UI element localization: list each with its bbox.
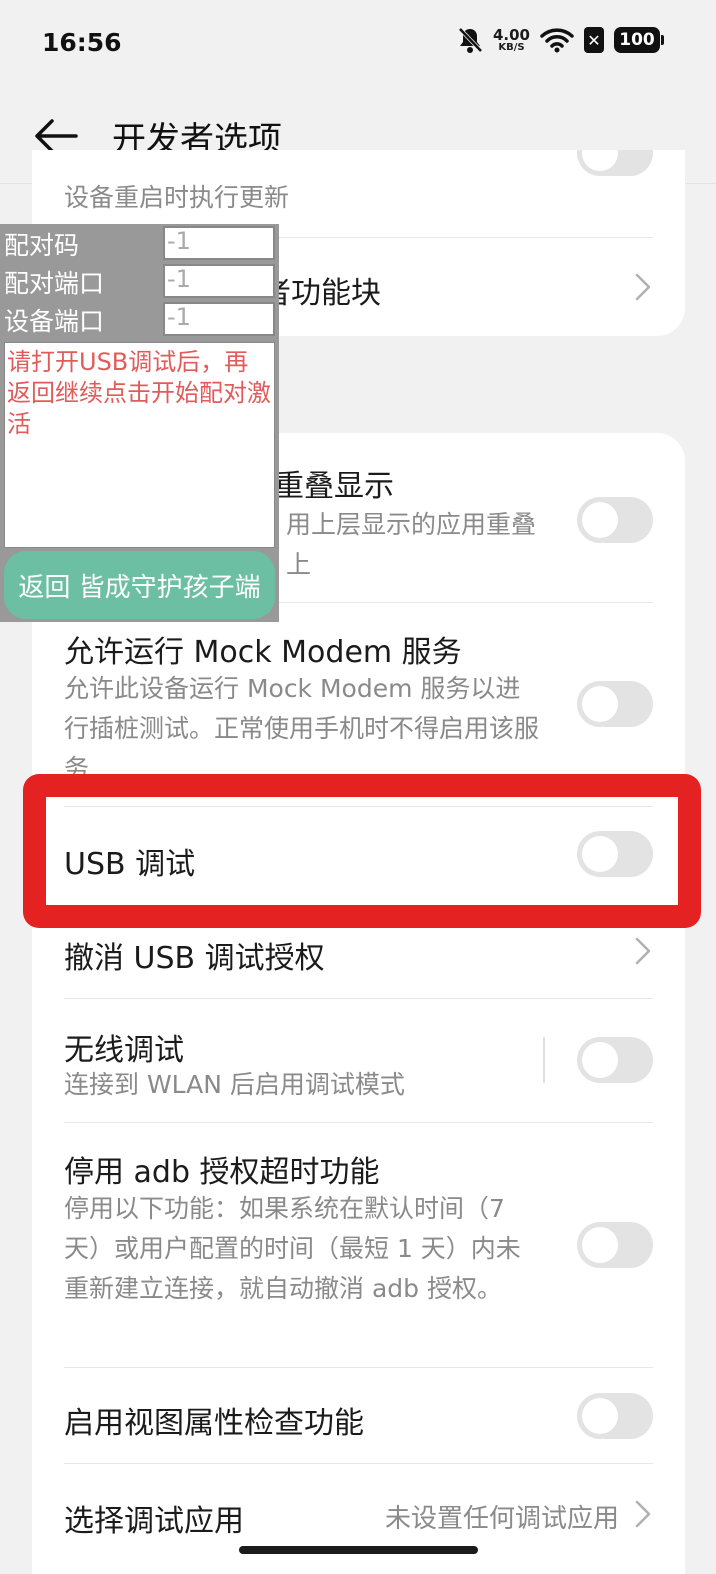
wifi-icon bbox=[540, 28, 574, 53]
chevron-right-icon bbox=[635, 1500, 651, 1528]
pair-port-label: 配对端口 bbox=[4, 269, 105, 298]
adb-timeout-toggle[interactable] bbox=[577, 1222, 653, 1268]
chevron-right-icon bbox=[635, 273, 651, 301]
toggle-knob bbox=[582, 1042, 618, 1078]
wireless-debug-title: 无线调试 bbox=[64, 1033, 184, 1068]
feature-block-title: 者功能块 bbox=[261, 276, 381, 311]
pair-code-row: 配对码 -1 bbox=[0, 224, 279, 262]
battery-icon: 100 bbox=[614, 27, 664, 53]
home-indicator[interactable] bbox=[239, 1546, 478, 1554]
view-attr-toggle[interactable] bbox=[577, 1393, 653, 1439]
usb-debug-highlight-box bbox=[23, 774, 701, 928]
toggle-knob bbox=[582, 1398, 618, 1434]
sim-icon: ✕ bbox=[584, 27, 604, 53]
device-port-input[interactable]: -1 bbox=[163, 302, 275, 336]
message-box: 请打开USB调试后，再返回继续点击开始配对激活 bbox=[4, 342, 275, 548]
vertical-separator bbox=[543, 1037, 545, 1083]
net-speed: 4.00 KB/S bbox=[492, 25, 530, 53]
net-speed-unit: KB/S bbox=[498, 41, 525, 53]
wireless-debug-desc: 连接到 WLAN 后启用调试模式 bbox=[64, 1070, 405, 1099]
pair-code-label: 配对码 bbox=[4, 231, 80, 260]
overlay-display-title: 重叠显示 bbox=[274, 469, 394, 504]
overlay-display-desc-2: 上 bbox=[286, 550, 312, 579]
mock-modem-desc: 允许此设备运行 Mock Modem 服务以进行插桩测试。正常使用手机时不得启用… bbox=[64, 674, 540, 783]
return-button[interactable]: 返回 皆成守护孩子端 bbox=[4, 551, 275, 619]
status-icons: 4.00 KB/S ✕ 100 bbox=[457, 25, 664, 54]
device-port-label: 设备端口 bbox=[4, 307, 105, 336]
mock-modem-toggle[interactable] bbox=[577, 681, 653, 727]
mock-modem-title: 允许运行 Mock Modem 服务 bbox=[64, 635, 462, 670]
view-attr-row[interactable]: 启用视图属性检查功能 bbox=[32, 1368, 685, 1464]
overlay-display-toggle[interactable] bbox=[577, 497, 653, 543]
arrow-left-icon bbox=[35, 119, 78, 153]
adb-timeout-desc: 停用以下功能：如果系统在默认时间（7 天）或用户配置的时间（最短 1 天）内未重… bbox=[64, 1194, 521, 1303]
view-attr-title: 启用视图属性检查功能 bbox=[64, 1406, 364, 1441]
wireless-debug-toggle[interactable] bbox=[577, 1037, 653, 1083]
select-debug-app-value: 未设置任何调试应用 bbox=[384, 1504, 619, 1534]
adb-timeout-title: 停用 adb 授权超时功能 bbox=[64, 1155, 380, 1190]
adb-timeout-row[interactable]: 停用 adb 授权超时功能 停用以下功能：如果系统在默认时间（7 天）或用户配置… bbox=[32, 1123, 685, 1368]
pair-port-input[interactable]: -1 bbox=[163, 264, 275, 298]
net-speed-value: 4.00 bbox=[492, 25, 530, 44]
overlay-message: 请打开USB调试后，再返回继续点击开始配对激活 bbox=[7, 348, 271, 438]
toggle-knob bbox=[582, 150, 618, 171]
pairing-overlay-panel: 配对码 -1 配对端口 -1 设备端口 -1 请打开USB调试后，再返回继续点击… bbox=[0, 224, 279, 622]
toggle-knob bbox=[582, 502, 618, 538]
pair-port-row: 配对端口 -1 bbox=[0, 262, 279, 300]
status-bar: 16:56 4.00 KB/S ✕ 100 bbox=[0, 0, 716, 90]
toggle-knob bbox=[582, 686, 618, 722]
device-port-row: 设备端口 -1 bbox=[0, 300, 279, 338]
overlay-display-desc-1: 用上层显示的应用重叠 bbox=[286, 510, 537, 539]
pair-code-input[interactable]: -1 bbox=[163, 226, 275, 260]
update-on-reboot-desc: 设备重启时执行更新 bbox=[64, 183, 290, 212]
select-debug-app-title: 选择调试应用 bbox=[64, 1504, 244, 1539]
status-time: 16:56 bbox=[42, 28, 122, 57]
update-on-reboot-toggle[interactable] bbox=[577, 150, 653, 176]
toggle-knob bbox=[582, 1227, 618, 1263]
bell-off-icon bbox=[458, 27, 483, 53]
chevron-right-icon bbox=[635, 937, 651, 965]
revoke-usb-title: 撤消 USB 调试授权 bbox=[64, 941, 325, 976]
wireless-debug-row[interactable]: 无线调试 连接到 WLAN 后启用调试模式 bbox=[32, 999, 685, 1123]
